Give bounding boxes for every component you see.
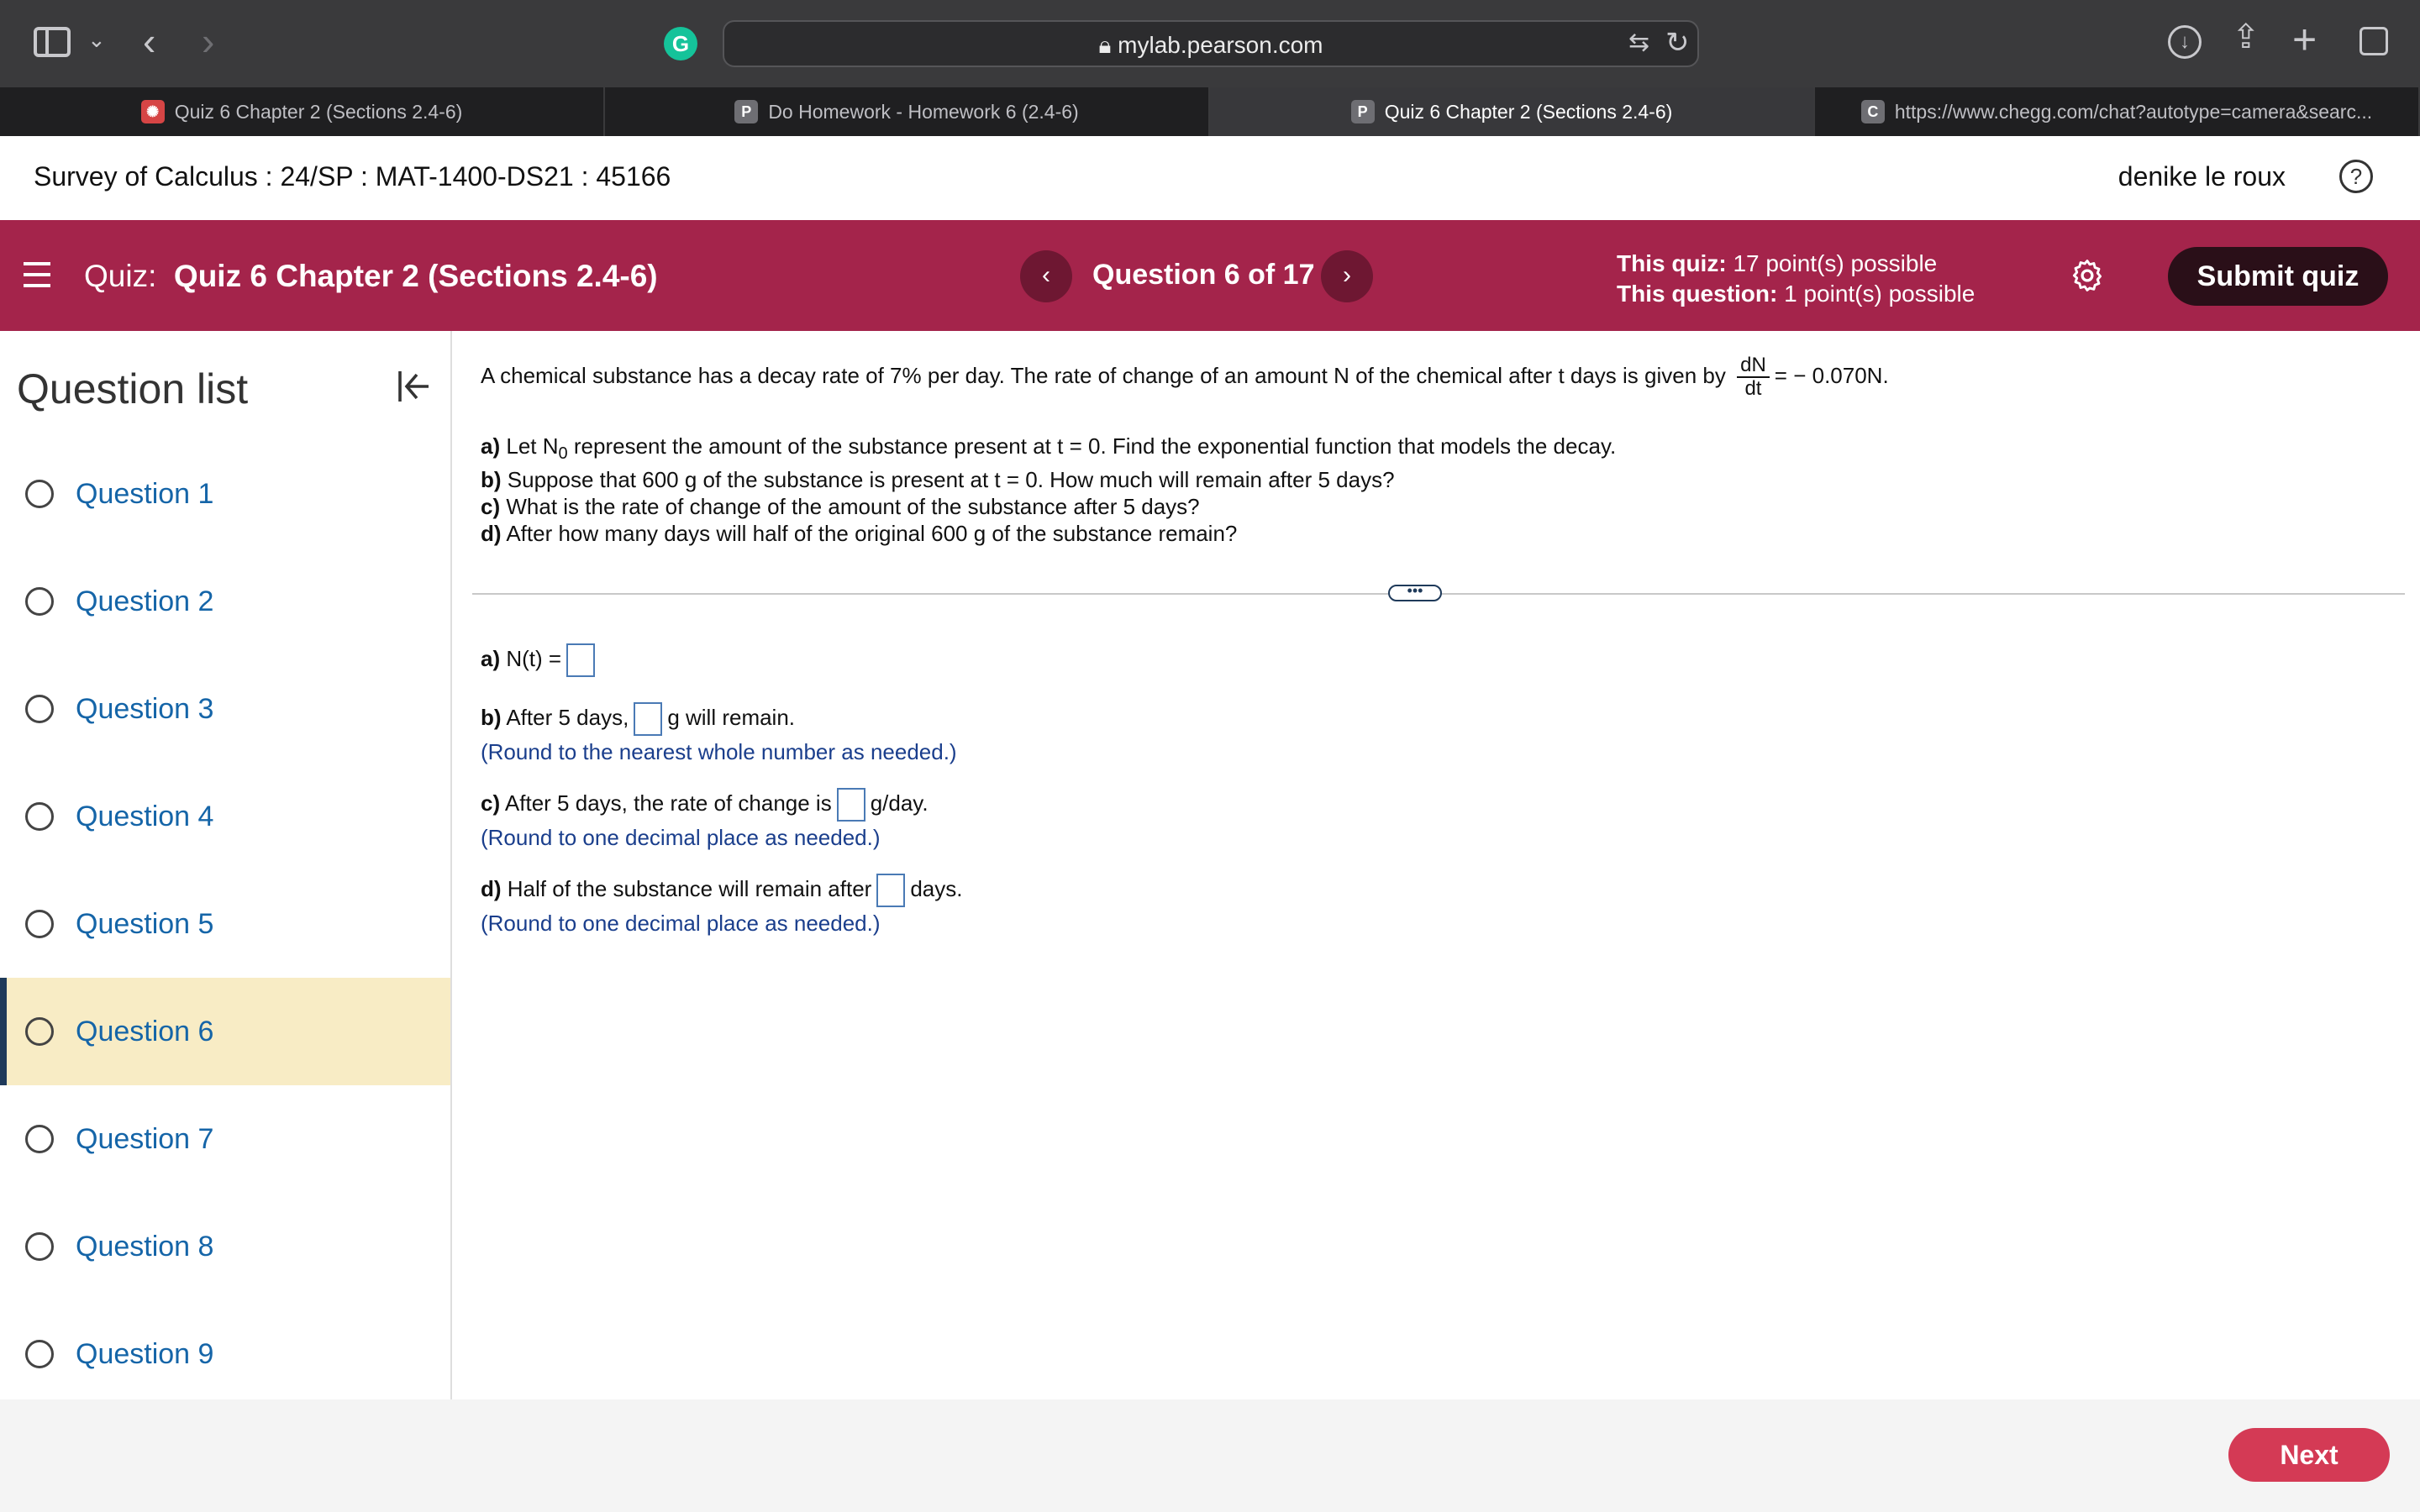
answer-a-input[interactable] (566, 643, 596, 677)
forward-arrow-icon[interactable]: › (202, 22, 214, 60)
sidebar-toggle-icon[interactable] (34, 27, 71, 57)
question-list-item-5[interactable]: Question 5 (0, 870, 450, 978)
lock-icon: 🔒︎ (1098, 32, 1112, 58)
tab-badge: P (734, 100, 759, 123)
hamburger-menu-icon[interactable] (24, 262, 50, 287)
question-part-a: a) Let N0 represent the amount of the su… (481, 433, 1617, 464)
status-circle-icon (25, 1125, 54, 1153)
status-circle-icon (25, 695, 54, 723)
question-points: 1 point(s) possible (1784, 281, 1975, 307)
status-circle-icon (25, 910, 54, 938)
url-text: mylab.pearson.com (1118, 32, 1323, 58)
status-circle-icon (25, 1232, 54, 1261)
question-list-item-9[interactable]: Question 9 (0, 1300, 450, 1408)
answer-b: b) After 5 days, g will remain. (481, 702, 795, 736)
tab-label: https://www.chegg.com/chat?autotype=came… (1894, 100, 2373, 123)
question-part-b: b) Suppose that 600 g of the substance i… (481, 467, 1395, 492)
status-circle-icon (25, 802, 54, 831)
question-content: A chemical substance has a decay rate of… (454, 331, 2420, 1399)
address-bar[interactable]: 🔒︎ mylab.pearson.com ⇆ ↻ (723, 20, 1699, 67)
question-intro: A chemical substance has a decay rate of… (481, 354, 1889, 400)
course-header: Survey of Calculus : 24/SP : MAT-1400-DS… (0, 136, 2420, 220)
question-list-item-6[interactable]: Question 6 (0, 978, 450, 1085)
user-name[interactable]: denike le roux (2118, 161, 2286, 192)
question-list-item-7[interactable]: Question 7 (0, 1085, 450, 1193)
quiz-points: 17 point(s) possible (1733, 250, 1938, 276)
quiz-title: Quiz: Quiz 6 Chapter 2 (Sections 2.4-6) (84, 259, 658, 294)
answer-c: c) After 5 days, the rate of change is g/… (481, 788, 929, 822)
tab-badge: P (1350, 100, 1375, 123)
tab-badge: C (1860, 100, 1885, 123)
answer-d: d) Half of the substance will remain aft… (481, 874, 962, 907)
next-button[interactable]: Next (2228, 1428, 2390, 1482)
back-arrow-icon[interactable]: ‹ (143, 22, 155, 60)
quiz-points-label: This quiz: (1617, 250, 1727, 276)
points-info: This quiz: 17 point(s) possible This que… (1617, 249, 1975, 309)
tab-label: Do Homework - Homework 6 (2.4-6) (768, 100, 1079, 123)
answer-c-input[interactable] (836, 788, 865, 822)
download-icon[interactable]: ↓ (2168, 25, 2202, 59)
answer-c-hint: (Round to one decimal place as needed.) (481, 825, 881, 850)
quiz-prefix: Quiz: (84, 259, 157, 293)
status-circle-icon (25, 480, 54, 508)
share-icon[interactable]: ⇪ (2232, 20, 2260, 54)
tab-label: Quiz 6 Chapter 2 (Sections 2.4-6) (174, 100, 463, 123)
question-list-item-3[interactable]: Question 3 (0, 655, 450, 763)
gear-icon[interactable] (2069, 257, 2106, 294)
question-counter: Question 6 of 17 (1092, 259, 1315, 291)
quiz-bar: Quiz: Quiz 6 Chapter 2 (Sections 2.4-6) … (0, 220, 2420, 331)
new-tab-plus-icon[interactable]: + (2292, 18, 2317, 60)
grammarly-icon[interactable]: G (664, 27, 697, 60)
question-list-panel: Question list Question 1 Question 2 Ques… (0, 331, 452, 1399)
resize-handle[interactable]: ••• (1388, 583, 1442, 601)
translate-icon[interactable]: ⇆ (1628, 30, 1649, 55)
previous-question-button[interactable]: ‹ (1020, 250, 1072, 302)
question-list-item-2[interactable]: Question 2 (0, 548, 450, 655)
help-icon[interactable]: ? (2339, 160, 2373, 193)
derivative-fraction: dN dt (1737, 354, 1770, 400)
tab-chegg[interactable]: C https://www.chegg.com/chat?autotype=ca… (1815, 87, 2420, 136)
status-circle-icon (25, 587, 54, 616)
question-list-title: Question list (17, 365, 249, 412)
status-circle-icon (25, 1017, 54, 1046)
submit-quiz-button[interactable]: Submit quiz (2168, 247, 2388, 306)
course-title: Survey of Calculus : 24/SP : MAT-1400-DS… (34, 161, 671, 192)
question-list-item-8[interactable]: Question 8 (0, 1193, 450, 1300)
status-circle-icon (25, 1340, 54, 1368)
answer-d-hint: (Round to one decimal place as needed.) (481, 911, 881, 936)
collapse-panel-icon[interactable] (393, 366, 434, 407)
answer-b-input[interactable] (634, 702, 663, 736)
next-question-button[interactable]: › (1321, 250, 1373, 302)
tab-quiz-6-first[interactable]: ✺ Quiz 6 Chapter 2 (Sections 2.4-6) (0, 87, 605, 136)
answer-d-input[interactable] (876, 874, 906, 907)
question-list-item-1[interactable]: Question 1 (0, 440, 450, 548)
question-part-c: c) What is the rate of change of the amo… (481, 494, 1200, 519)
tab-label: Quiz 6 Chapter 2 (Sections 2.4-6) (1384, 100, 1673, 123)
answer-a: a) N(t) = (481, 643, 600, 677)
answer-b-hint: (Round to the nearest whole number as ne… (481, 739, 957, 764)
tab-do-homework[interactable]: P Do Homework - Homework 6 (2.4-6) (605, 87, 1210, 136)
tab-quiz-6-active[interactable]: P Quiz 6 Chapter 2 (Sections 2.4-6) (1210, 87, 1815, 136)
browser-toolbar: ⌄ ‹ › G 🔒︎ mylab.pearson.com ⇆ ↻ ↓ ⇪ + (0, 0, 2420, 87)
pearson-favicon-icon: ✺ (140, 100, 165, 123)
quiz-name: Quiz 6 Chapter 2 (Sections 2.4-6) (173, 259, 658, 293)
question-list-item-4[interactable]: Question 4 (0, 763, 450, 870)
question-part-d: d) After how many days will half of the … (481, 521, 1238, 546)
chevron-down-icon[interactable]: ⌄ (87, 29, 106, 50)
tab-bar: ✺ Quiz 6 Chapter 2 (Sections 2.4-6) P Do… (0, 87, 2420, 136)
reload-icon[interactable]: ↻ (1665, 29, 1690, 57)
tab-overview-icon[interactable] (2360, 27, 2388, 55)
question-points-label: This question: (1617, 281, 1778, 307)
footer: Next (0, 1399, 2420, 1512)
